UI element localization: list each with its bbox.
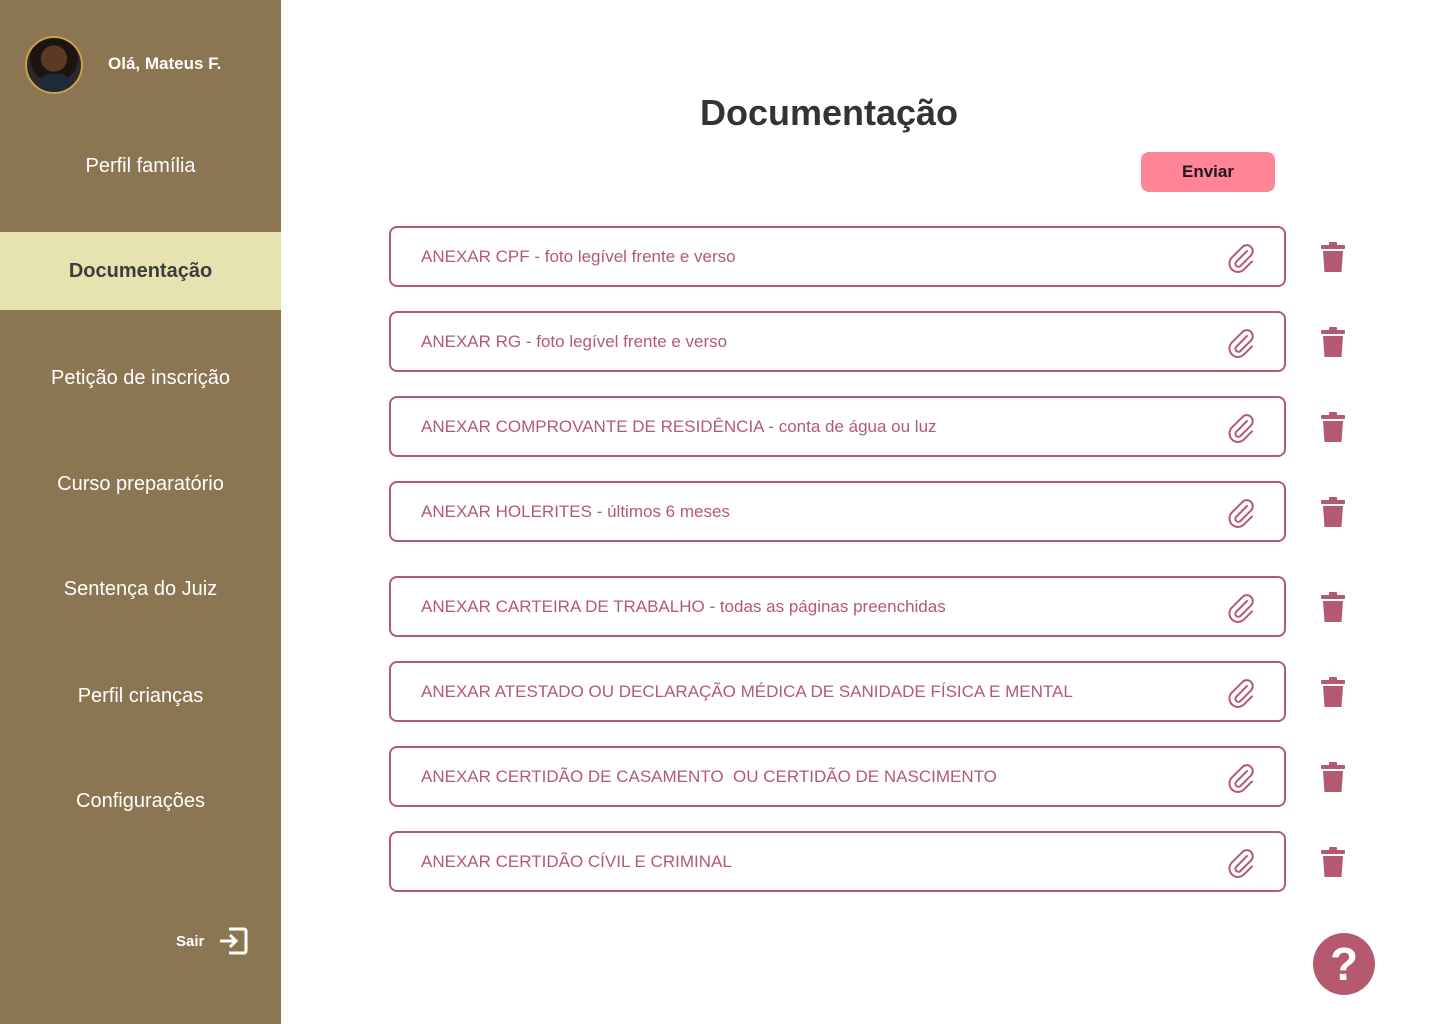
- trash-icon[interactable]: [1320, 326, 1346, 358]
- user-profile: Olá, Mateus F.: [25, 36, 221, 94]
- document-upload-field[interactable]: ANEXAR CPF - foto legível frente e verso: [389, 226, 1286, 287]
- document-label: ANEXAR COMPROVANTE DE RESIDÊNCIA - conta…: [421, 417, 937, 436]
- logout-button[interactable]: Sair: [176, 926, 248, 956]
- sidebar-item-perfil-criancas[interactable]: Perfil crianças: [0, 685, 281, 708]
- paperclip-icon[interactable]: [1225, 762, 1257, 794]
- trash-icon[interactable]: [1320, 411, 1346, 443]
- document-upload-field[interactable]: ANEXAR COMPROVANTE DE RESIDÊNCIA - conta…: [389, 396, 1286, 457]
- document-upload-field[interactable]: ANEXAR CARTEIRA DE TRABALHO - todas as p…: [389, 576, 1286, 637]
- paperclip-icon[interactable]: [1225, 847, 1257, 879]
- help-icon: ?: [1329, 938, 1359, 990]
- send-button[interactable]: Enviar: [1141, 152, 1275, 192]
- document-label: ANEXAR CPF - foto legível frente e verso: [421, 247, 736, 266]
- logout-icon: [220, 927, 248, 955]
- sidebar-item-documentacao[interactable]: Documentação: [0, 232, 281, 310]
- paperclip-icon[interactable]: [1225, 497, 1257, 529]
- document-upload-field[interactable]: ANEXAR ATESTADO OU DECLARAÇÃO MÉDICA DE …: [389, 661, 1286, 722]
- sidebar: Olá, Mateus F. Perfil família Documentaç…: [0, 0, 281, 1024]
- paperclip-icon[interactable]: [1225, 242, 1257, 274]
- paperclip-icon[interactable]: [1225, 677, 1257, 709]
- sidebar-item-perfil-familia[interactable]: Perfil família: [0, 155, 281, 178]
- document-label: ANEXAR RG - foto legível frente e verso: [421, 332, 728, 351]
- document-upload-field[interactable]: ANEXAR RG - foto legível frente e verso: [389, 311, 1286, 372]
- help-button[interactable]: ?: [1313, 933, 1375, 995]
- document-label: ANEXAR HOLERITES - últimos 6 meses: [421, 502, 730, 521]
- logout-label: Sair: [176, 932, 205, 950]
- sidebar-item-sentenca-do-juiz[interactable]: Sentença do Juiz: [0, 578, 281, 601]
- avatar[interactable]: [25, 36, 83, 94]
- sidebar-item-curso-preparatorio[interactable]: Curso preparatório: [0, 473, 281, 496]
- trash-icon[interactable]: [1320, 241, 1346, 273]
- sidebar-item-configuracoes[interactable]: Configurações: [0, 790, 281, 813]
- sidebar-item-peticao-de-inscricao[interactable]: Petição de inscrição: [0, 367, 281, 390]
- trash-icon[interactable]: [1320, 496, 1346, 528]
- document-upload-field[interactable]: ANEXAR CERTIDÃO CÍVIL E CRIMINAL: [389, 831, 1286, 892]
- document-label: ANEXAR CERTIDÃO CÍVIL E CRIMINAL: [421, 852, 732, 871]
- document-label: ANEXAR CARTEIRA DE TRABALHO - todas as p…: [421, 597, 946, 616]
- trash-icon[interactable]: [1320, 676, 1346, 708]
- paperclip-icon[interactable]: [1225, 412, 1257, 444]
- paperclip-icon[interactable]: [1225, 592, 1257, 624]
- trash-icon[interactable]: [1320, 591, 1346, 623]
- greeting: Olá, Mateus F.: [108, 54, 222, 73]
- document-upload-field[interactable]: ANEXAR HOLERITES - últimos 6 meses: [389, 481, 1286, 542]
- document-label: ANEXAR CERTIDÃO DE CASAMENTO OU CERTIDÃO…: [421, 767, 997, 786]
- page-title: Documentação: [699, 92, 959, 133]
- trash-icon[interactable]: [1320, 846, 1346, 878]
- document-upload-field[interactable]: ANEXAR CERTIDÃO DE CASAMENTO OU CERTIDÃO…: [389, 746, 1286, 807]
- document-label: ANEXAR ATESTADO OU DECLARAÇÃO MÉDICA DE …: [421, 682, 1073, 701]
- paperclip-icon[interactable]: [1225, 327, 1257, 359]
- trash-icon[interactable]: [1320, 761, 1346, 793]
